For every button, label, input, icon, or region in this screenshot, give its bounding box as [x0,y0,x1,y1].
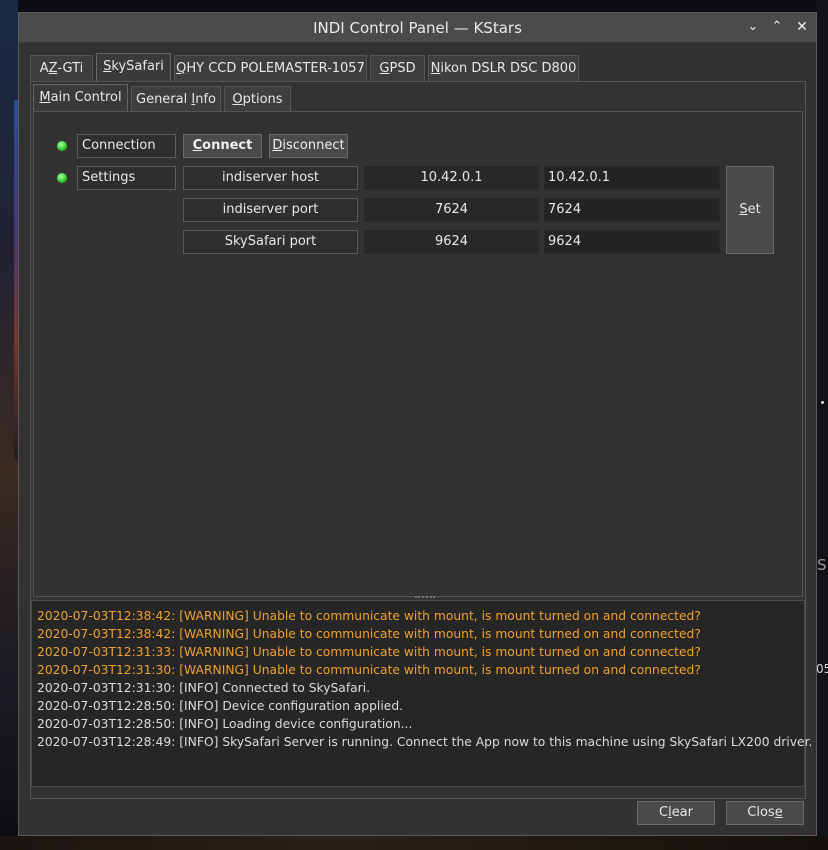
close-button[interactable]: Close [726,801,804,825]
skysafari-port-input[interactable]: 9624 [544,230,720,254]
desktop-background-left [0,0,18,850]
indiserver-host-label: indiserver host [183,166,358,190]
log-line: 2020-07-03T12:31:30: [WARNING] Unable to… [37,663,701,677]
disconnect-button[interactable]: Disconnect [269,134,348,158]
set-button[interactable]: Set [726,166,774,254]
tab-qhy-ccd-polemaster[interactable]: QHY CCD POLEMASTER-1057 [174,55,367,81]
log-view[interactable]: 2020-07-03T12:38:42: [WARNING] Unable to… [31,600,813,787]
settings-label: Settings [77,166,176,190]
desktop-background-right: S 05 [816,0,828,850]
tab-nikon-dslr[interactable]: Nikon DSLR DSC D800 [428,55,579,81]
indiserver-port-value: 7624 [364,198,539,222]
window-title: INDI Control Panel — KStars [313,19,522,37]
clear-button[interactable]: Clear [637,801,715,825]
star-dot [821,401,824,404]
log-line: 2020-07-03T12:28:49: [INFO] SkySafari Se… [37,735,813,749]
close-icon: ✕ [796,19,808,35]
close-window-button[interactable]: ✕ [793,18,811,36]
indiserver-port-input[interactable]: 7624 [544,198,720,222]
skysafari-port-value: 9624 [364,230,539,254]
indiserver-host-value: 10.42.0.1 [364,166,539,190]
log-line: 2020-07-03T12:38:42: [WARNING] Unable to… [37,627,701,641]
minimize-button[interactable]: ⌄ [744,18,762,36]
skysafari-port-label: SkySafari port [183,230,358,254]
settings-status-led [57,173,67,183]
background-text-1: S [817,556,827,574]
connection-label: Connection [77,134,176,158]
log-line: 2020-07-03T12:31:33: [WARNING] Unable to… [37,645,701,659]
connection-status-led [57,141,67,151]
chevron-down-icon: ⌄ [747,19,759,34]
indiserver-port-label: indiserver port [183,198,358,222]
desktop-background-bottom [0,836,828,850]
chevron-up-icon: ⌃ [771,19,783,34]
title-bar[interactable]: INDI Control Panel — KStars ⌄ ⌃ ✕ [19,13,816,43]
maximize-button[interactable]: ⌃ [768,18,786,36]
log-line: 2020-07-03T12:38:42: [WARNING] Unable to… [37,609,701,623]
tab-skysafari[interactable]: SkySafari [96,53,171,81]
tab-general-info[interactable]: General Info [131,86,221,112]
indi-control-panel-window: INDI Control Panel — KStars ⌄ ⌃ ✕ AZ-GTi… [18,12,817,836]
indiserver-host-input[interactable]: 10.42.0.1 [544,166,720,190]
tab-main-control[interactable]: Main Control [33,84,128,112]
tab-options[interactable]: Options [224,86,291,112]
tab-gpsd[interactable]: GPSD [370,55,425,81]
log-line: 2020-07-03T12:28:50: [INFO] Device confi… [37,699,404,713]
log-line: 2020-07-03T12:28:50: [INFO] Loading devi… [37,717,413,731]
tab-az-gti[interactable]: AZ-GTi [30,55,93,81]
background-text-2: 05 [816,662,828,676]
connect-button[interactable]: Connect [183,134,262,158]
log-line: 2020-07-03T12:31:30: [INFO] Connected to… [37,681,371,695]
